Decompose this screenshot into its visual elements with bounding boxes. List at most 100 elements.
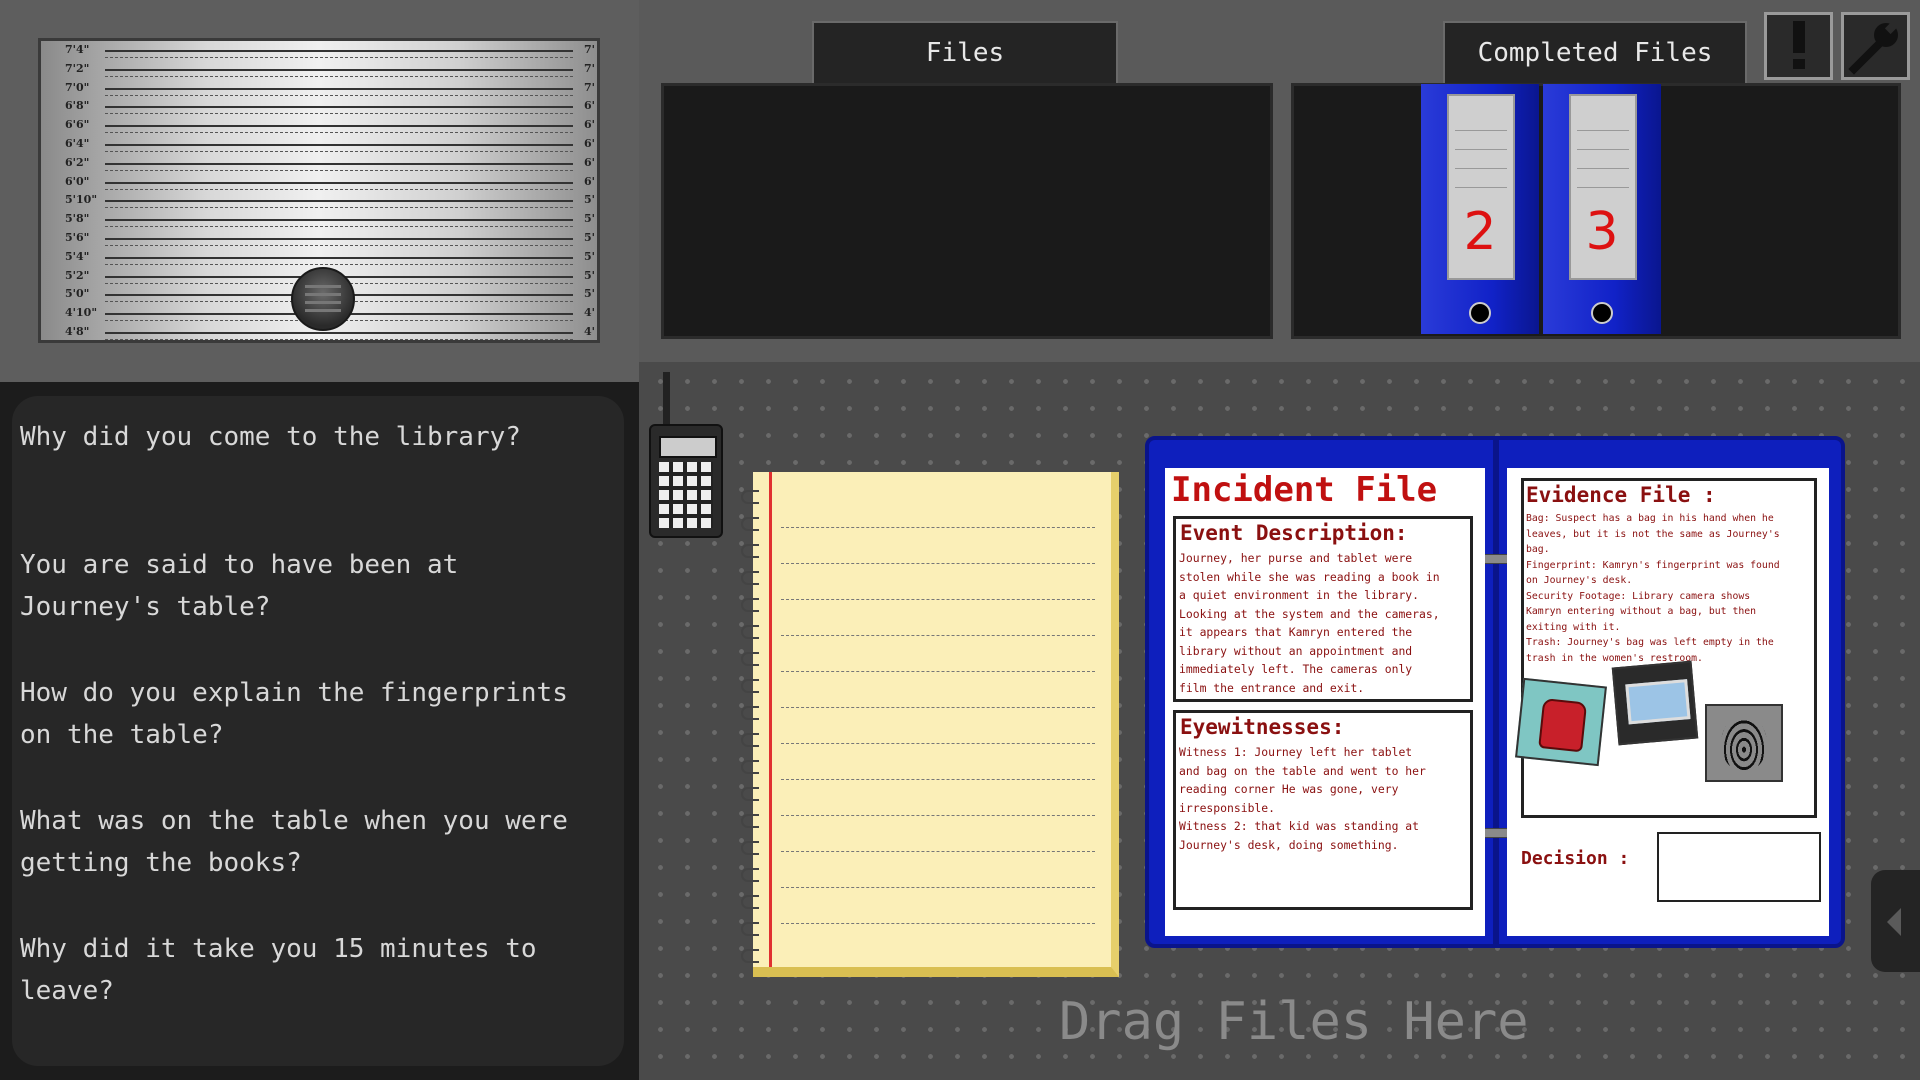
height-mark-label: 7'2" (65, 61, 90, 75)
notepad-ring (741, 868, 759, 882)
notepad-ring (741, 517, 759, 531)
drag-files-drop-zone[interactable]: Drag Files Here (1059, 992, 1529, 1052)
height-mark-label: 5'0" (65, 287, 90, 301)
notepad-ring (741, 949, 759, 963)
decision-drop-slot[interactable] (1657, 832, 1821, 902)
notepad-line (781, 635, 1095, 636)
notepad-line (781, 887, 1095, 888)
notepad-line (781, 671, 1095, 672)
height-mark-label-right: 7' (583, 43, 595, 56)
question-list: Why did you come to the library? You are… (12, 396, 624, 1066)
height-mark: 6'8" 6' (41, 99, 597, 118)
notepad-ring (741, 922, 759, 936)
height-mark-label: 6'0" (65, 174, 90, 188)
notepad-line (781, 779, 1095, 780)
binder-hole (1469, 302, 1491, 324)
notepad-ring (741, 760, 759, 774)
height-mark: 6'0" 6' (41, 175, 597, 194)
notepad-line (781, 815, 1095, 816)
binder-number: 3 (1585, 202, 1619, 262)
height-mark-label: 5'6" (65, 231, 90, 244)
file-binder[interactable]: 3 (1543, 84, 1661, 334)
notepad-ring (741, 841, 759, 855)
notepad[interactable] (741, 472, 1119, 977)
height-mark-label: 6'8" (65, 99, 90, 113)
notepad-ring (741, 625, 759, 639)
suspect-silhouette (291, 267, 355, 331)
evidence-file-heading: Evidence File : (1526, 483, 1716, 507)
incident-file-page: Incident File Event Description: Journey… (1165, 468, 1485, 936)
exclamation-icon (1793, 21, 1805, 69)
height-mark-label-right: 6' (583, 118, 595, 132)
tab-files[interactable]: Files (812, 21, 1118, 83)
chevron-left-icon (1887, 908, 1901, 936)
desk-workspace: Incident File Event Description: Journey… (639, 362, 1920, 1080)
notepad-ring (741, 814, 759, 828)
file-shelves-area: Files Completed Files 2 3 (639, 0, 1920, 362)
file-binder[interactable]: 2 (1421, 84, 1539, 334)
lineup-panel: 7'4" 7' 7'2" 7' 7'0" 7' 6'8" 6' 6'6" 6' 6'4" 6' 6'2"… (0, 0, 639, 382)
question-item[interactable]: Why did you come to the library? (20, 416, 610, 458)
height-mark-label: 5'10" (65, 193, 98, 207)
eyewitnesses-heading: Eyewitnesses: (1180, 715, 1345, 739)
question-item[interactable]: Why did it take you 15 minutes to leave? (20, 928, 610, 1012)
notepad-ring (741, 706, 759, 720)
event-description-heading: Event Description: (1180, 521, 1408, 545)
height-mark: 5'4" 5' (41, 250, 597, 269)
height-mark-label: 6'2" (65, 155, 90, 169)
height-mark: 6'2" 6' (41, 156, 597, 175)
height-mark: 5'8" 5' (41, 212, 597, 231)
settings-button[interactable] (1841, 12, 1910, 80)
height-chart-board: 7'4" 7' 7'2" 7' 7'0" 7' 6'8" 6' 6'6" 6' 6'4" 6' 6'2"… (38, 38, 600, 343)
height-mark: 7'4" 7' (41, 43, 597, 62)
binder-hole (1591, 302, 1613, 324)
notepad-ring (741, 787, 759, 801)
evidence-text: Bag: Suspect has a bag in his hand when … (1526, 513, 1780, 664)
notepad-line (781, 707, 1095, 708)
height-mark-label: 4'8" (65, 325, 90, 338)
height-mark: 5'6" 5' (41, 231, 597, 250)
height-mark-label: 6'4" (65, 137, 90, 150)
height-mark-label-right: 6' (583, 174, 595, 188)
incident-folder[interactable]: Incident File Event Description: Journey… (1145, 436, 1845, 948)
eyewitnesses-text: Witness 1: Journey left her tablet and b… (1179, 745, 1426, 852)
notepad-ring (741, 652, 759, 666)
height-mark-label-right: 6' (583, 137, 595, 150)
bag-evidence-icon[interactable] (1515, 677, 1607, 767)
notepad-ring (741, 733, 759, 747)
notepad-ring (741, 679, 759, 693)
fingerprint-icon[interactable] (1705, 704, 1783, 782)
notepad-line (781, 743, 1095, 744)
height-mark-label: 4'10" (65, 306, 98, 320)
notepad-line (781, 923, 1095, 924)
evidence-file-page: Evidence File : Bag: Suspect has a bag i… (1507, 468, 1829, 936)
event-description-box: Event Description: Journey, her purse an… (1173, 516, 1473, 702)
notepad-ring (741, 895, 759, 909)
question-item[interactable]: How do you explain the fingerprints on t… (20, 672, 610, 756)
height-mark-label-right: 7' (583, 61, 595, 75)
security-camera-monitor-icon[interactable] (1611, 660, 1699, 746)
height-mark-label-right: 5' (583, 193, 595, 207)
height-mark: 6'4" 6' (41, 137, 597, 156)
height-mark-label: 5'2" (65, 268, 90, 282)
notepad-line (781, 851, 1095, 852)
notepad-ring (741, 571, 759, 585)
height-mark-label: 7'0" (65, 80, 90, 94)
height-mark-label: 6'6" (65, 118, 90, 132)
wrench-icon (1848, 19, 1900, 75)
question-panel: Why did you come to the library? You are… (0, 382, 639, 1080)
height-mark-label-right: 4' (583, 325, 595, 338)
side-panel-toggle[interactable] (1871, 870, 1920, 972)
height-mark-label: 5'4" (65, 249, 90, 263)
height-mark: 5'10" 5' (41, 193, 597, 212)
alert-button[interactable] (1764, 12, 1833, 80)
tab-completed-files[interactable]: Completed Files (1443, 21, 1747, 83)
walkie-talkie-icon[interactable] (649, 372, 723, 542)
notepad-ring (741, 490, 759, 504)
height-mark-label-right: 6' (583, 99, 595, 113)
height-mark: 7'0" 7' (41, 81, 597, 100)
question-item[interactable]: What was on the table when you were gett… (20, 800, 610, 884)
question-item[interactable]: You are said to have been at Journey's t… (20, 544, 610, 628)
notepad-ring (741, 598, 759, 612)
height-mark-label-right: 6' (583, 155, 595, 169)
